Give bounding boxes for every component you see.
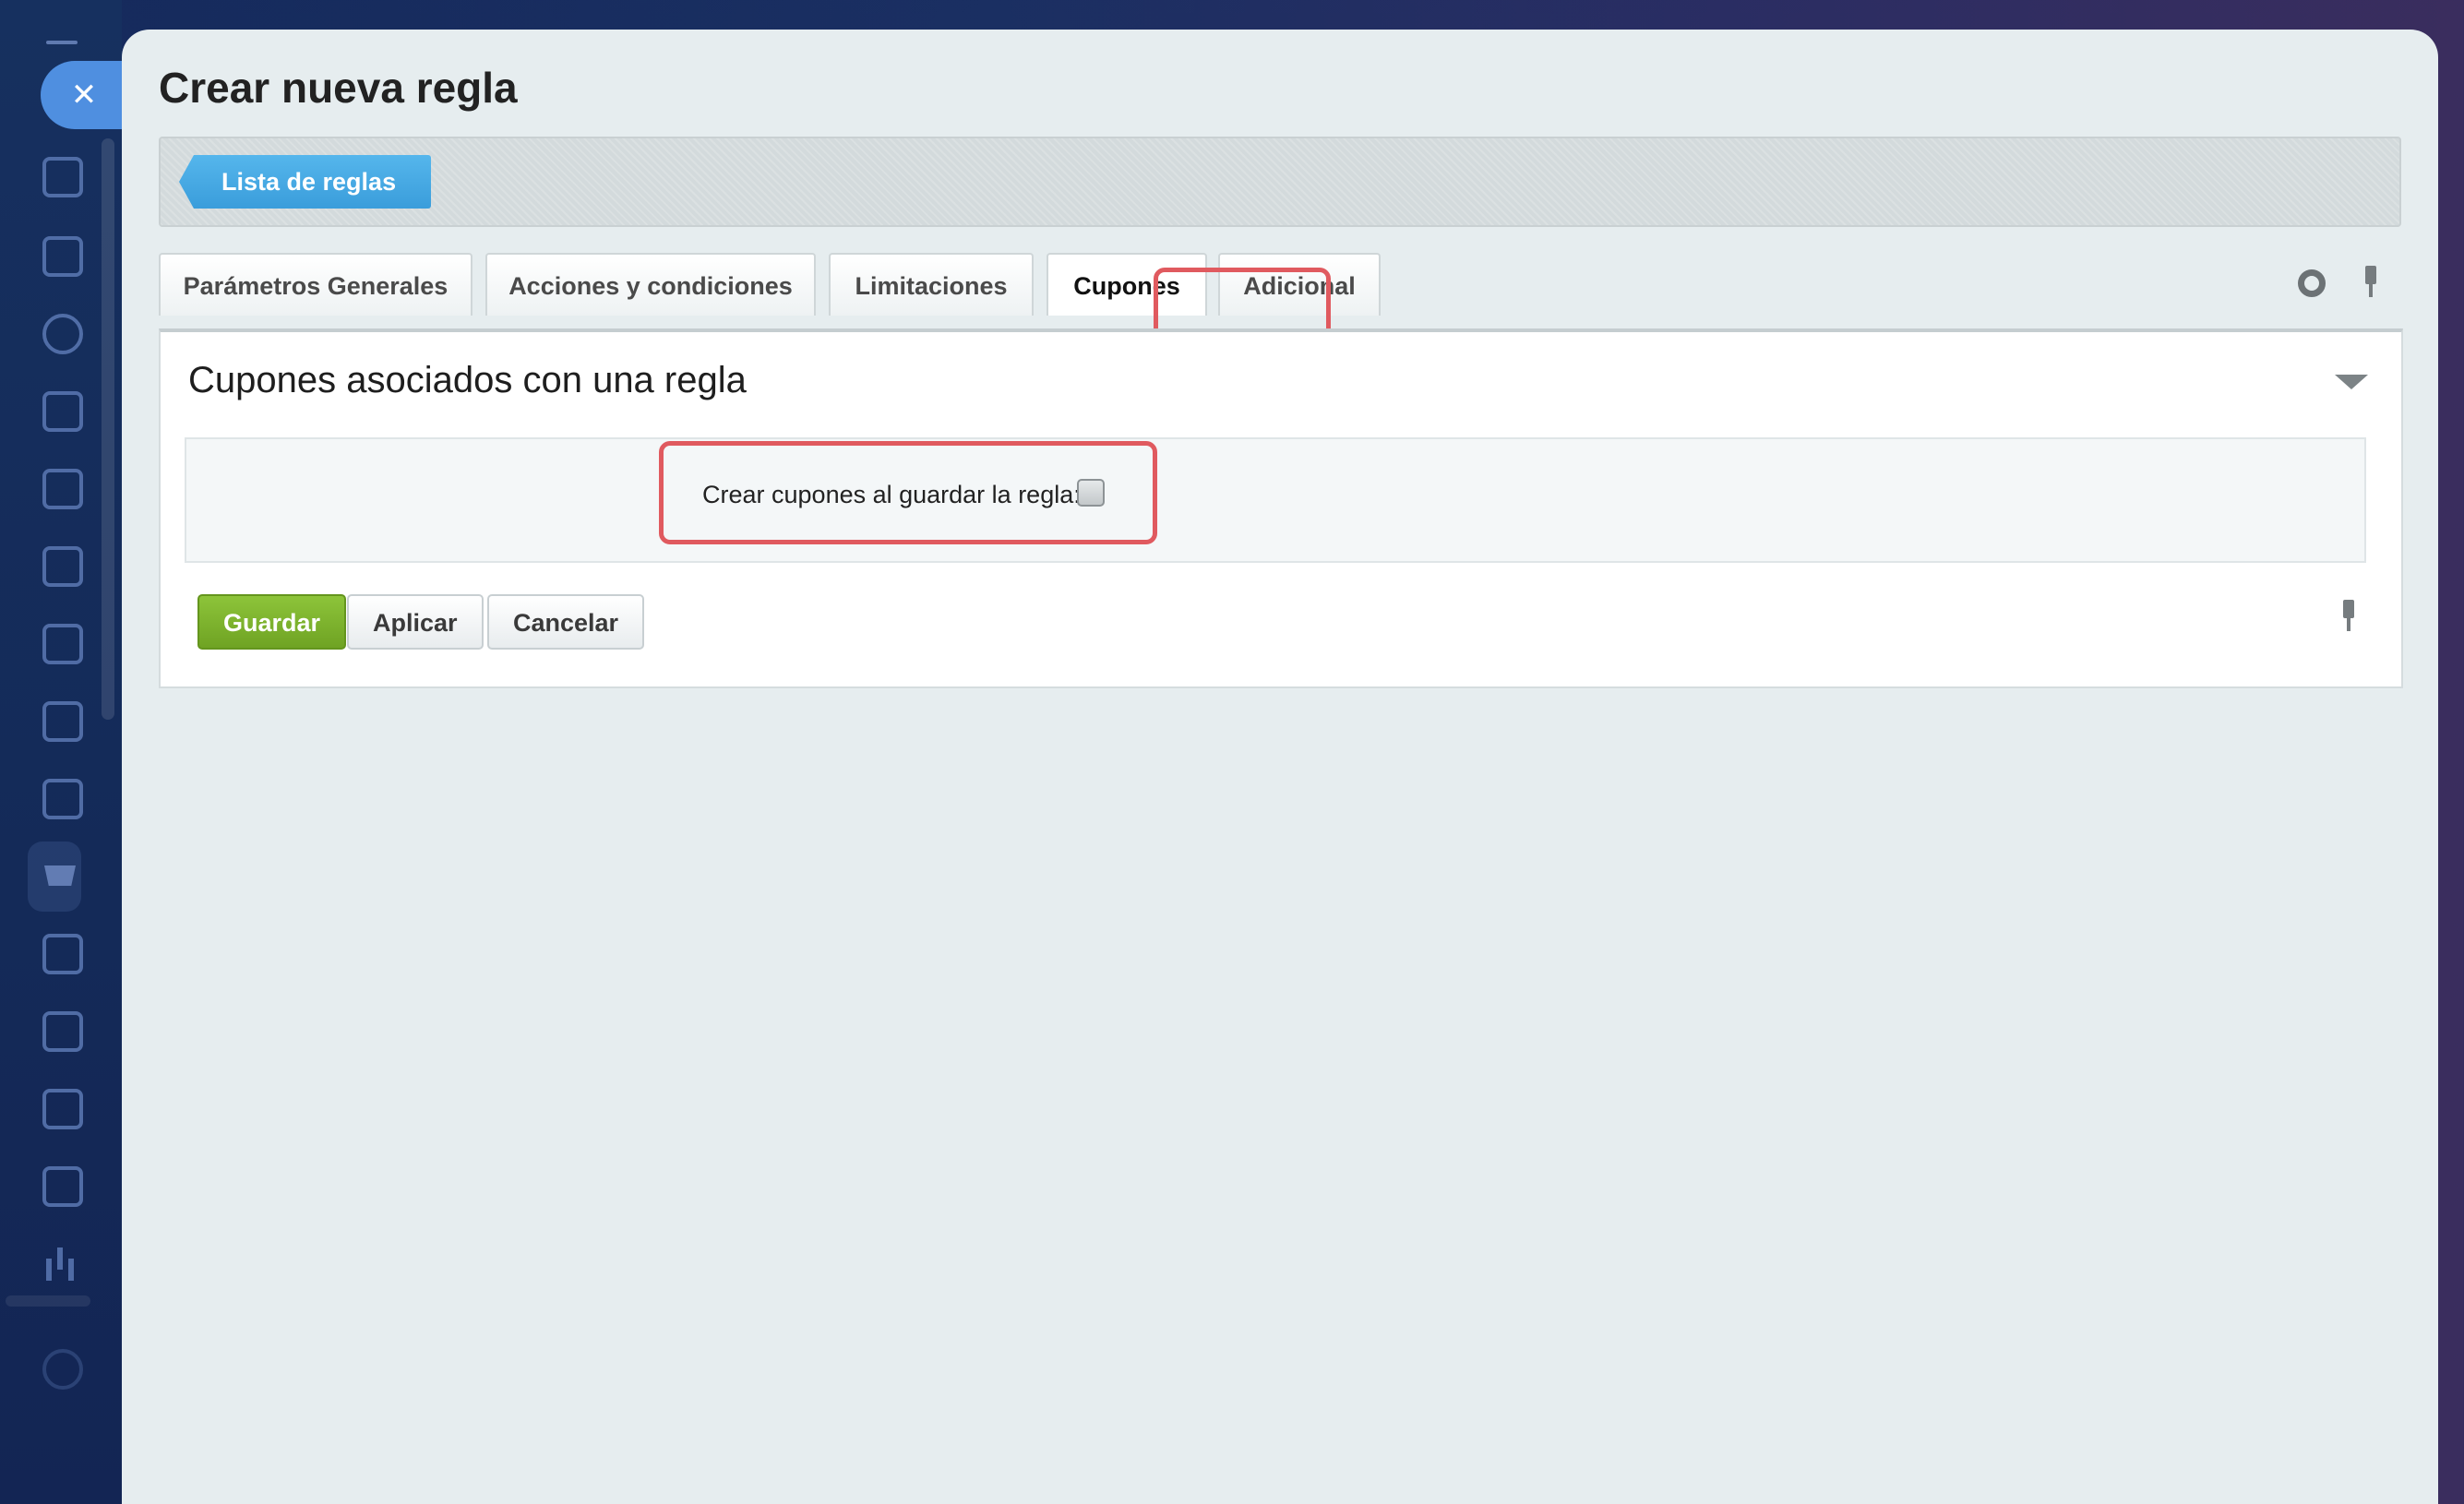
store-icon[interactable] bbox=[42, 934, 83, 974]
left-sidebar bbox=[0, 0, 122, 1504]
section-title: Cupones asociados con una regla bbox=[188, 360, 747, 400]
field-highlight-frame: Crear cupones al guardar la regla: bbox=[659, 441, 1157, 544]
save-button[interactable]: Guardar bbox=[197, 594, 347, 650]
calendar-icon[interactable] bbox=[42, 779, 83, 819]
settings-icon[interactable] bbox=[42, 1349, 83, 1390]
slider-panel: Crear nueva regla Lista de reglas Paráme… bbox=[122, 30, 2438, 1504]
tab-actions-conditions[interactable]: Acciones y condiciones bbox=[485, 253, 816, 316]
chevron-down-icon[interactable] bbox=[2335, 375, 2368, 389]
target-icon[interactable] bbox=[42, 314, 83, 354]
cart-icon[interactable] bbox=[42, 858, 83, 899]
edit-doc-icon[interactable] bbox=[42, 469, 83, 509]
calendar-grid-icon[interactable] bbox=[42, 624, 83, 664]
form-row: Crear cupones al guardar la regla: bbox=[185, 437, 2366, 563]
create-coupons-label: Crear cupones al guardar la regla: bbox=[702, 481, 1081, 508]
cancel-button[interactable]: Cancelar bbox=[487, 594, 645, 650]
feed-icon[interactable] bbox=[42, 157, 83, 197]
rules-list-button[interactable]: Lista de reglas bbox=[179, 155, 432, 209]
funnel-icon[interactable] bbox=[42, 236, 83, 277]
presentation-icon[interactable] bbox=[42, 1166, 83, 1207]
chart-icon[interactable] bbox=[42, 1242, 83, 1283]
tab-general-params[interactable]: Parámetros Generales bbox=[159, 253, 472, 316]
apply-button[interactable]: Aplicar bbox=[347, 594, 484, 650]
page-title: Crear nueva regla bbox=[159, 64, 518, 112]
pin-icon[interactable] bbox=[2362, 266, 2379, 299]
create-coupons-checkbox[interactable] bbox=[1077, 479, 1105, 507]
sidebar-divider bbox=[6, 1295, 90, 1307]
menu-icon[interactable] bbox=[46, 41, 78, 44]
tab-limitations[interactable]: Limitaciones bbox=[829, 253, 1034, 316]
gear-icon[interactable] bbox=[2298, 269, 2326, 297]
coupons-section: Cupones asociados con una regla Crear cu… bbox=[159, 328, 2403, 688]
checkbox-icon[interactable] bbox=[42, 546, 83, 587]
robot-icon[interactable] bbox=[42, 1089, 83, 1129]
chat-icon[interactable] bbox=[42, 391, 83, 432]
document-icon[interactable] bbox=[42, 1011, 83, 1052]
close-button[interactable]: ✕ bbox=[41, 61, 124, 129]
toolbar: Lista de reglas bbox=[159, 137, 2401, 227]
pin-icon[interactable] bbox=[2340, 600, 2357, 633]
sidebar-scrollbar[interactable] bbox=[102, 138, 114, 720]
close-icon: ✕ bbox=[70, 78, 98, 113]
card-icon[interactable] bbox=[42, 701, 83, 742]
